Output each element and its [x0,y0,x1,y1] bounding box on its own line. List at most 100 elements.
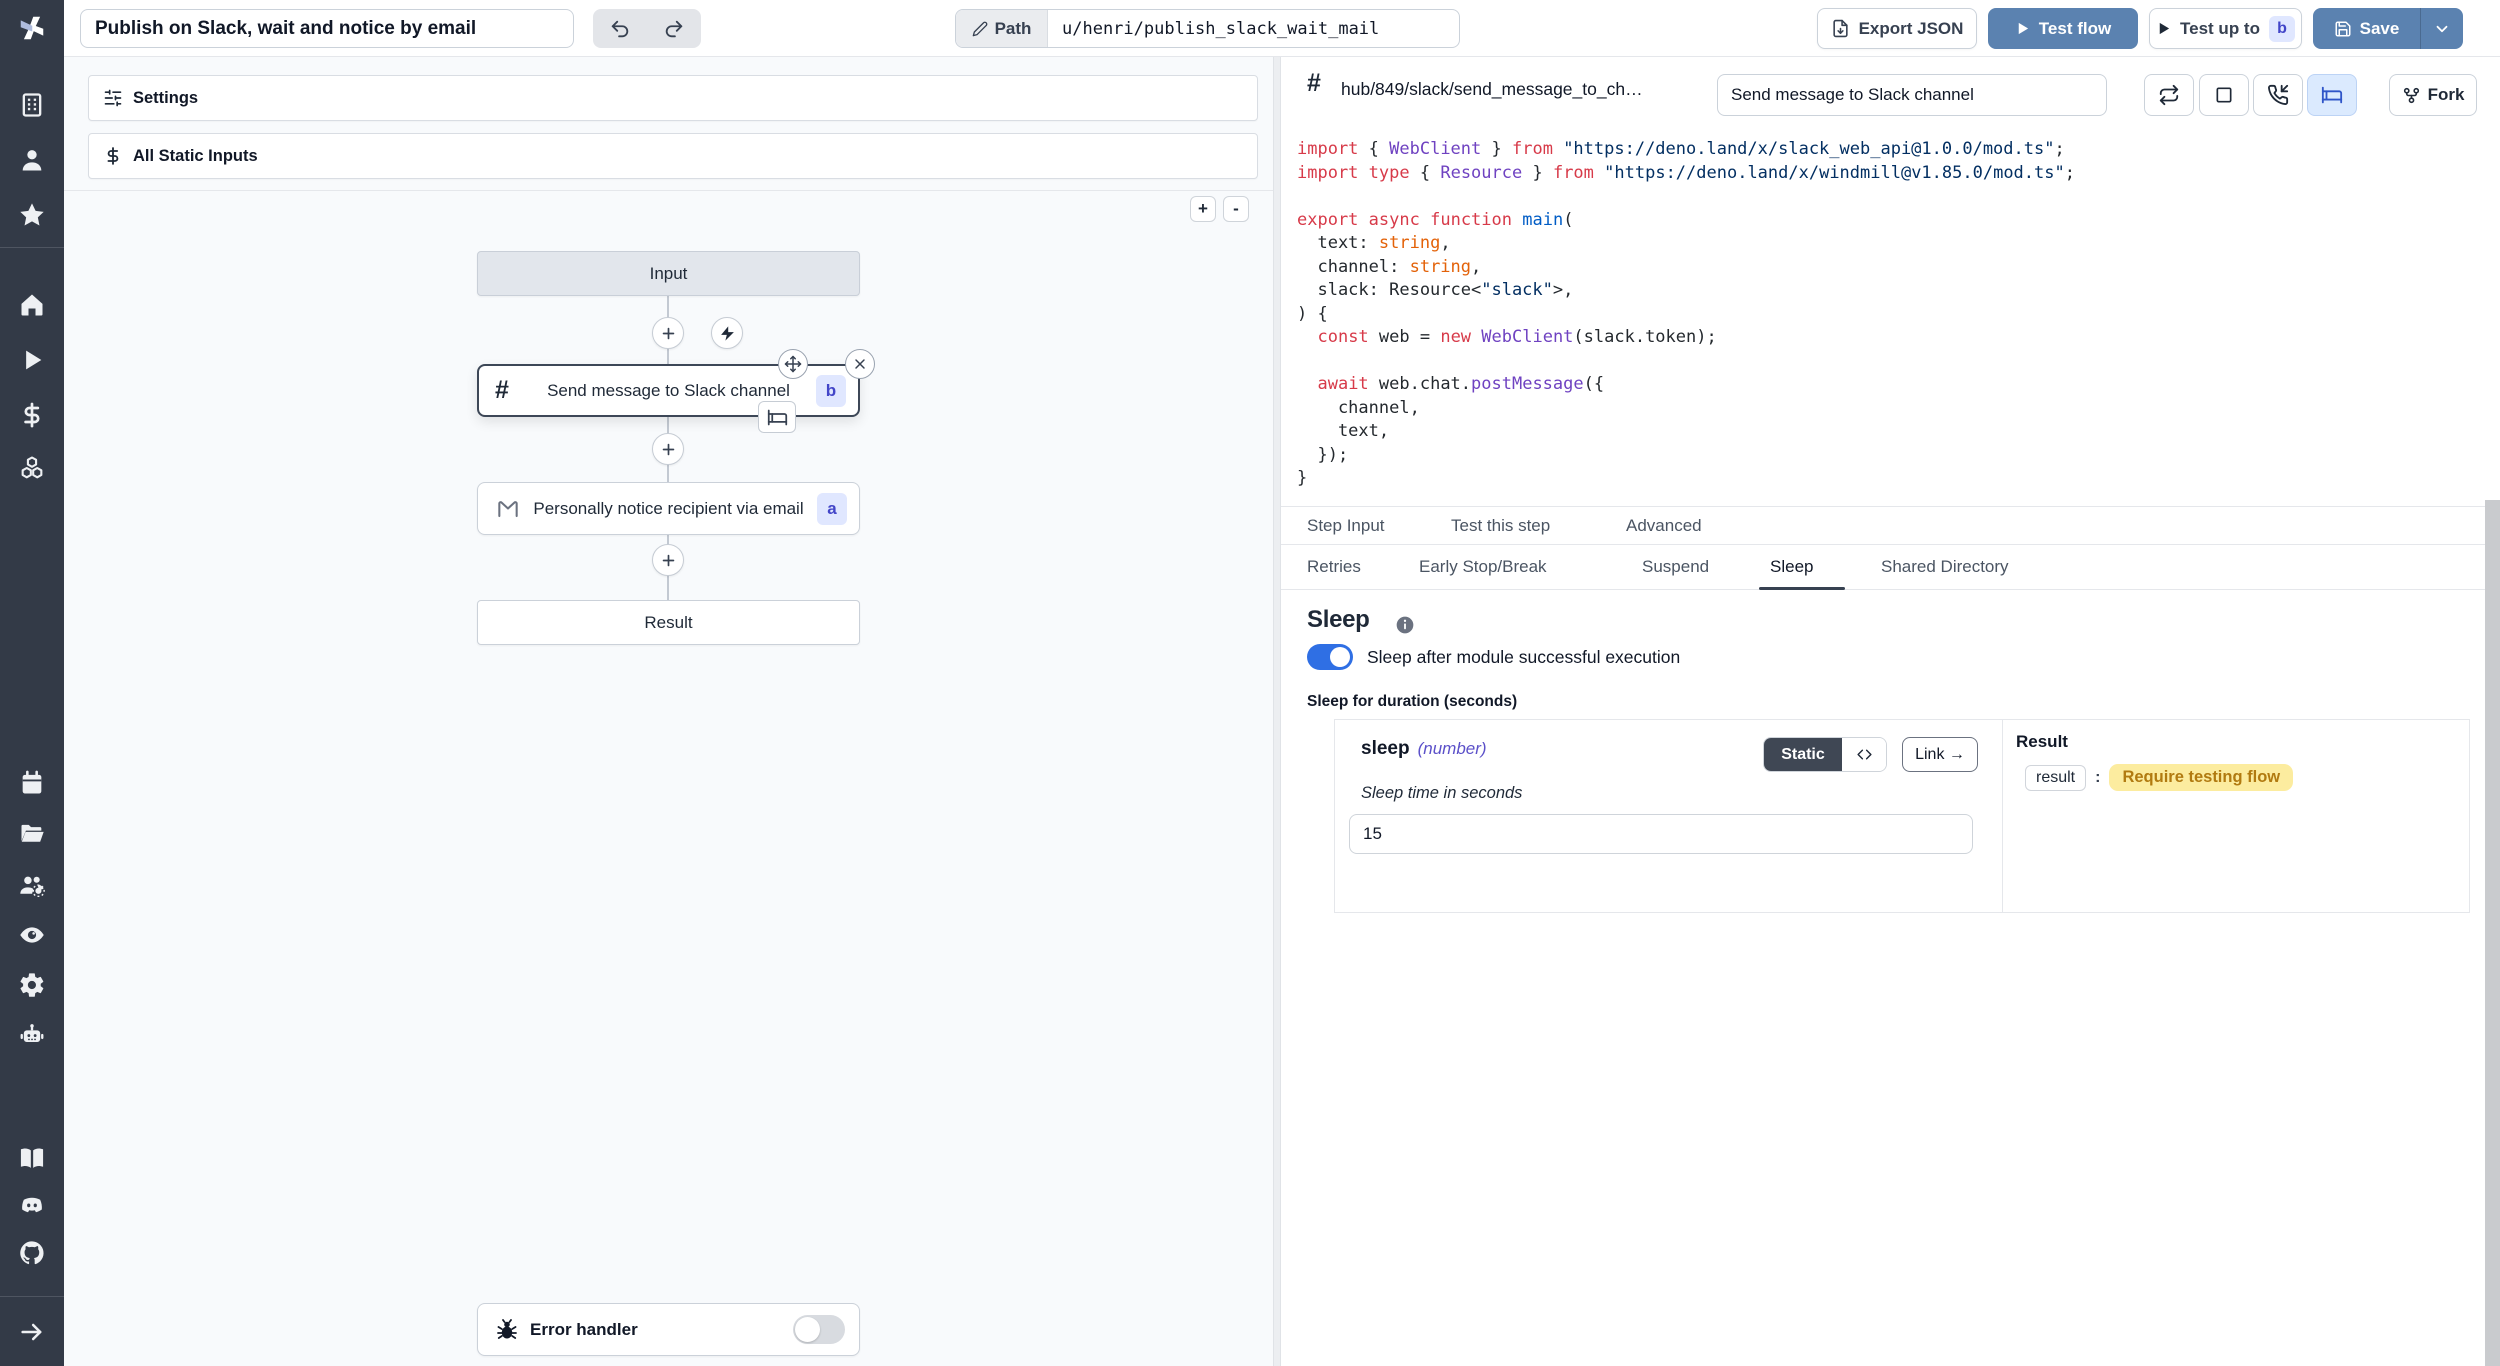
step-tabs: Step Input Test this step Advanced [1281,506,2485,545]
chevron-down-icon [2433,20,2451,38]
github-icon[interactable] [18,1239,46,1267]
undo-redo-group [593,9,701,48]
tab-test-this-step[interactable]: Test this step [1451,507,1550,544]
workers-icon[interactable] [18,1021,46,1049]
sleep-indicator-chip[interactable] [758,401,796,433]
code-editor[interactable]: import { WebClient } from "https://deno.… [1297,138,2480,498]
zap-icon [719,325,736,342]
bed-icon [2321,84,2343,106]
home-icon[interactable] [18,291,46,319]
save-button-group: Save [2313,8,2463,49]
all-static-inputs-bar[interactable]: All Static Inputs [88,133,1258,179]
user-icon[interactable] [18,146,46,174]
sleep-field-name: sleep(number) [1361,738,1487,760]
retries-toolbar-button[interactable] [2144,74,2194,116]
flow-name-input[interactable] [80,9,574,48]
zoom-in-button[interactable]: + [1190,196,1216,222]
groups-icon[interactable] [18,871,46,899]
play-icon [2015,21,2030,36]
save-button[interactable]: Save [2313,8,2420,49]
tab-sleep[interactable]: Sleep [1770,545,1813,589]
favorites-icon[interactable] [18,201,46,229]
early-stop-toolbar-button[interactable] [2199,74,2249,116]
path-label: Path [956,10,1048,47]
step-name-input[interactable] [1717,74,2107,116]
link-button[interactable]: Link → [1902,737,1978,772]
tab-advanced[interactable]: Advanced [1626,507,1702,544]
redo-button[interactable] [647,9,701,48]
windmill-logo[interactable] [17,13,47,43]
tab-step-input[interactable]: Step Input [1307,507,1385,544]
step-panel: # hub/849/slack/send_message_to_ch… Fork… [1281,57,2500,1366]
save-dropdown-button[interactable] [2420,8,2463,49]
test-up-to-button[interactable]: Test up to b [2149,8,2302,49]
runs-icon[interactable] [18,346,46,374]
result-row: result : Require testing flow [2025,764,2293,791]
email-step-label: Personally notice recipient via email [478,499,859,519]
expand-sidebar-icon[interactable] [18,1318,46,1346]
result-colon: : [2095,769,2100,787]
active-tab-indicator [1759,587,1845,590]
email-step-id-badge: a [817,493,847,525]
plus-icon [660,552,677,569]
variables-icon[interactable] [18,401,46,429]
audit-logs-icon[interactable] [18,921,46,949]
result-node[interactable]: Result [477,600,860,645]
fork-button[interactable]: Fork [2389,74,2477,116]
hub-script-path[interactable]: hub/849/slack/send_message_to_ch… [1341,79,1643,100]
export-json-button[interactable]: Export JSON [1817,8,1977,49]
tab-shared-directory[interactable]: Shared Directory [1881,545,2009,589]
slack-step-id-badge: b [816,375,846,407]
trigger-button[interactable] [711,317,743,349]
error-handler-label: Error handler [530,1320,638,1340]
folders-icon[interactable] [18,819,46,847]
info-icon[interactable] [1395,615,1415,635]
discord-icon[interactable] [18,1191,46,1219]
panel-splitter[interactable] [1273,57,1281,1366]
test-flow-button[interactable]: Test flow [1988,8,2138,49]
schedules-icon[interactable] [18,769,46,797]
sleep-section-title: Sleep [1307,606,1370,634]
sleep-after-execution-toggle[interactable] [1307,644,1353,670]
suspend-toolbar-button[interactable] [2253,74,2303,116]
tab-early-stop-break[interactable]: Early Stop/Break [1419,545,1547,589]
error-handler-toggle[interactable] [793,1315,845,1344]
resources-icon[interactable] [18,454,46,482]
sleep-field-type: (number) [1418,739,1487,758]
windmill-flow-editor: Path u/henri/publish_slack_wait_mail Exp… [0,0,2500,1366]
settings-icon[interactable] [18,971,46,999]
square-icon [2214,85,2234,105]
panel-scrollbar[interactable] [2485,500,2500,1366]
path-value[interactable]: u/henri/publish_slack_wait_mail [1048,10,1459,47]
add-step-button[interactable] [652,544,684,576]
plus-icon [660,325,677,342]
docs-icon[interactable] [18,1144,46,1172]
error-handler-node[interactable]: Error handler [477,1303,860,1356]
workspace-icon[interactable] [18,91,46,119]
sleep-value-input[interactable] [1349,814,1973,854]
bed-icon [767,407,788,428]
result-key-chip: result [2025,765,2086,791]
tab-suspend[interactable]: Suspend [1642,545,1709,589]
flow-settings-bar[interactable]: Settings [88,75,1258,121]
move-step-handle[interactable] [778,349,808,379]
result-value-badge: Require testing flow [2109,764,2293,791]
topbar: Path u/henri/publish_slack_wait_mail Exp… [64,0,2500,57]
zoom-out-button[interactable]: - [1223,196,1249,222]
static-mode-button[interactable]: Static [1764,738,1842,771]
delete-step-button[interactable] [845,349,875,379]
input-mode-toggle: Static [1763,737,1887,772]
slack-step-label: Send message to Slack channel [479,381,858,401]
result-title: Result [2016,732,2068,752]
repeat-icon [2158,84,2180,106]
email-step-node[interactable]: Personally notice recipient via email a [477,482,860,535]
add-step-button[interactable] [652,317,684,349]
sleep-toolbar-button[interactable] [2307,74,2357,116]
tab-retries[interactable]: Retries [1307,545,1361,589]
undo-button[interactable] [593,9,647,48]
path-field[interactable]: Path u/henri/publish_slack_wait_mail [955,9,1460,48]
git-fork-icon [2402,86,2421,105]
add-step-button[interactable] [652,433,684,465]
code-mode-button[interactable] [1842,738,1886,771]
input-node[interactable]: Input [477,251,860,296]
